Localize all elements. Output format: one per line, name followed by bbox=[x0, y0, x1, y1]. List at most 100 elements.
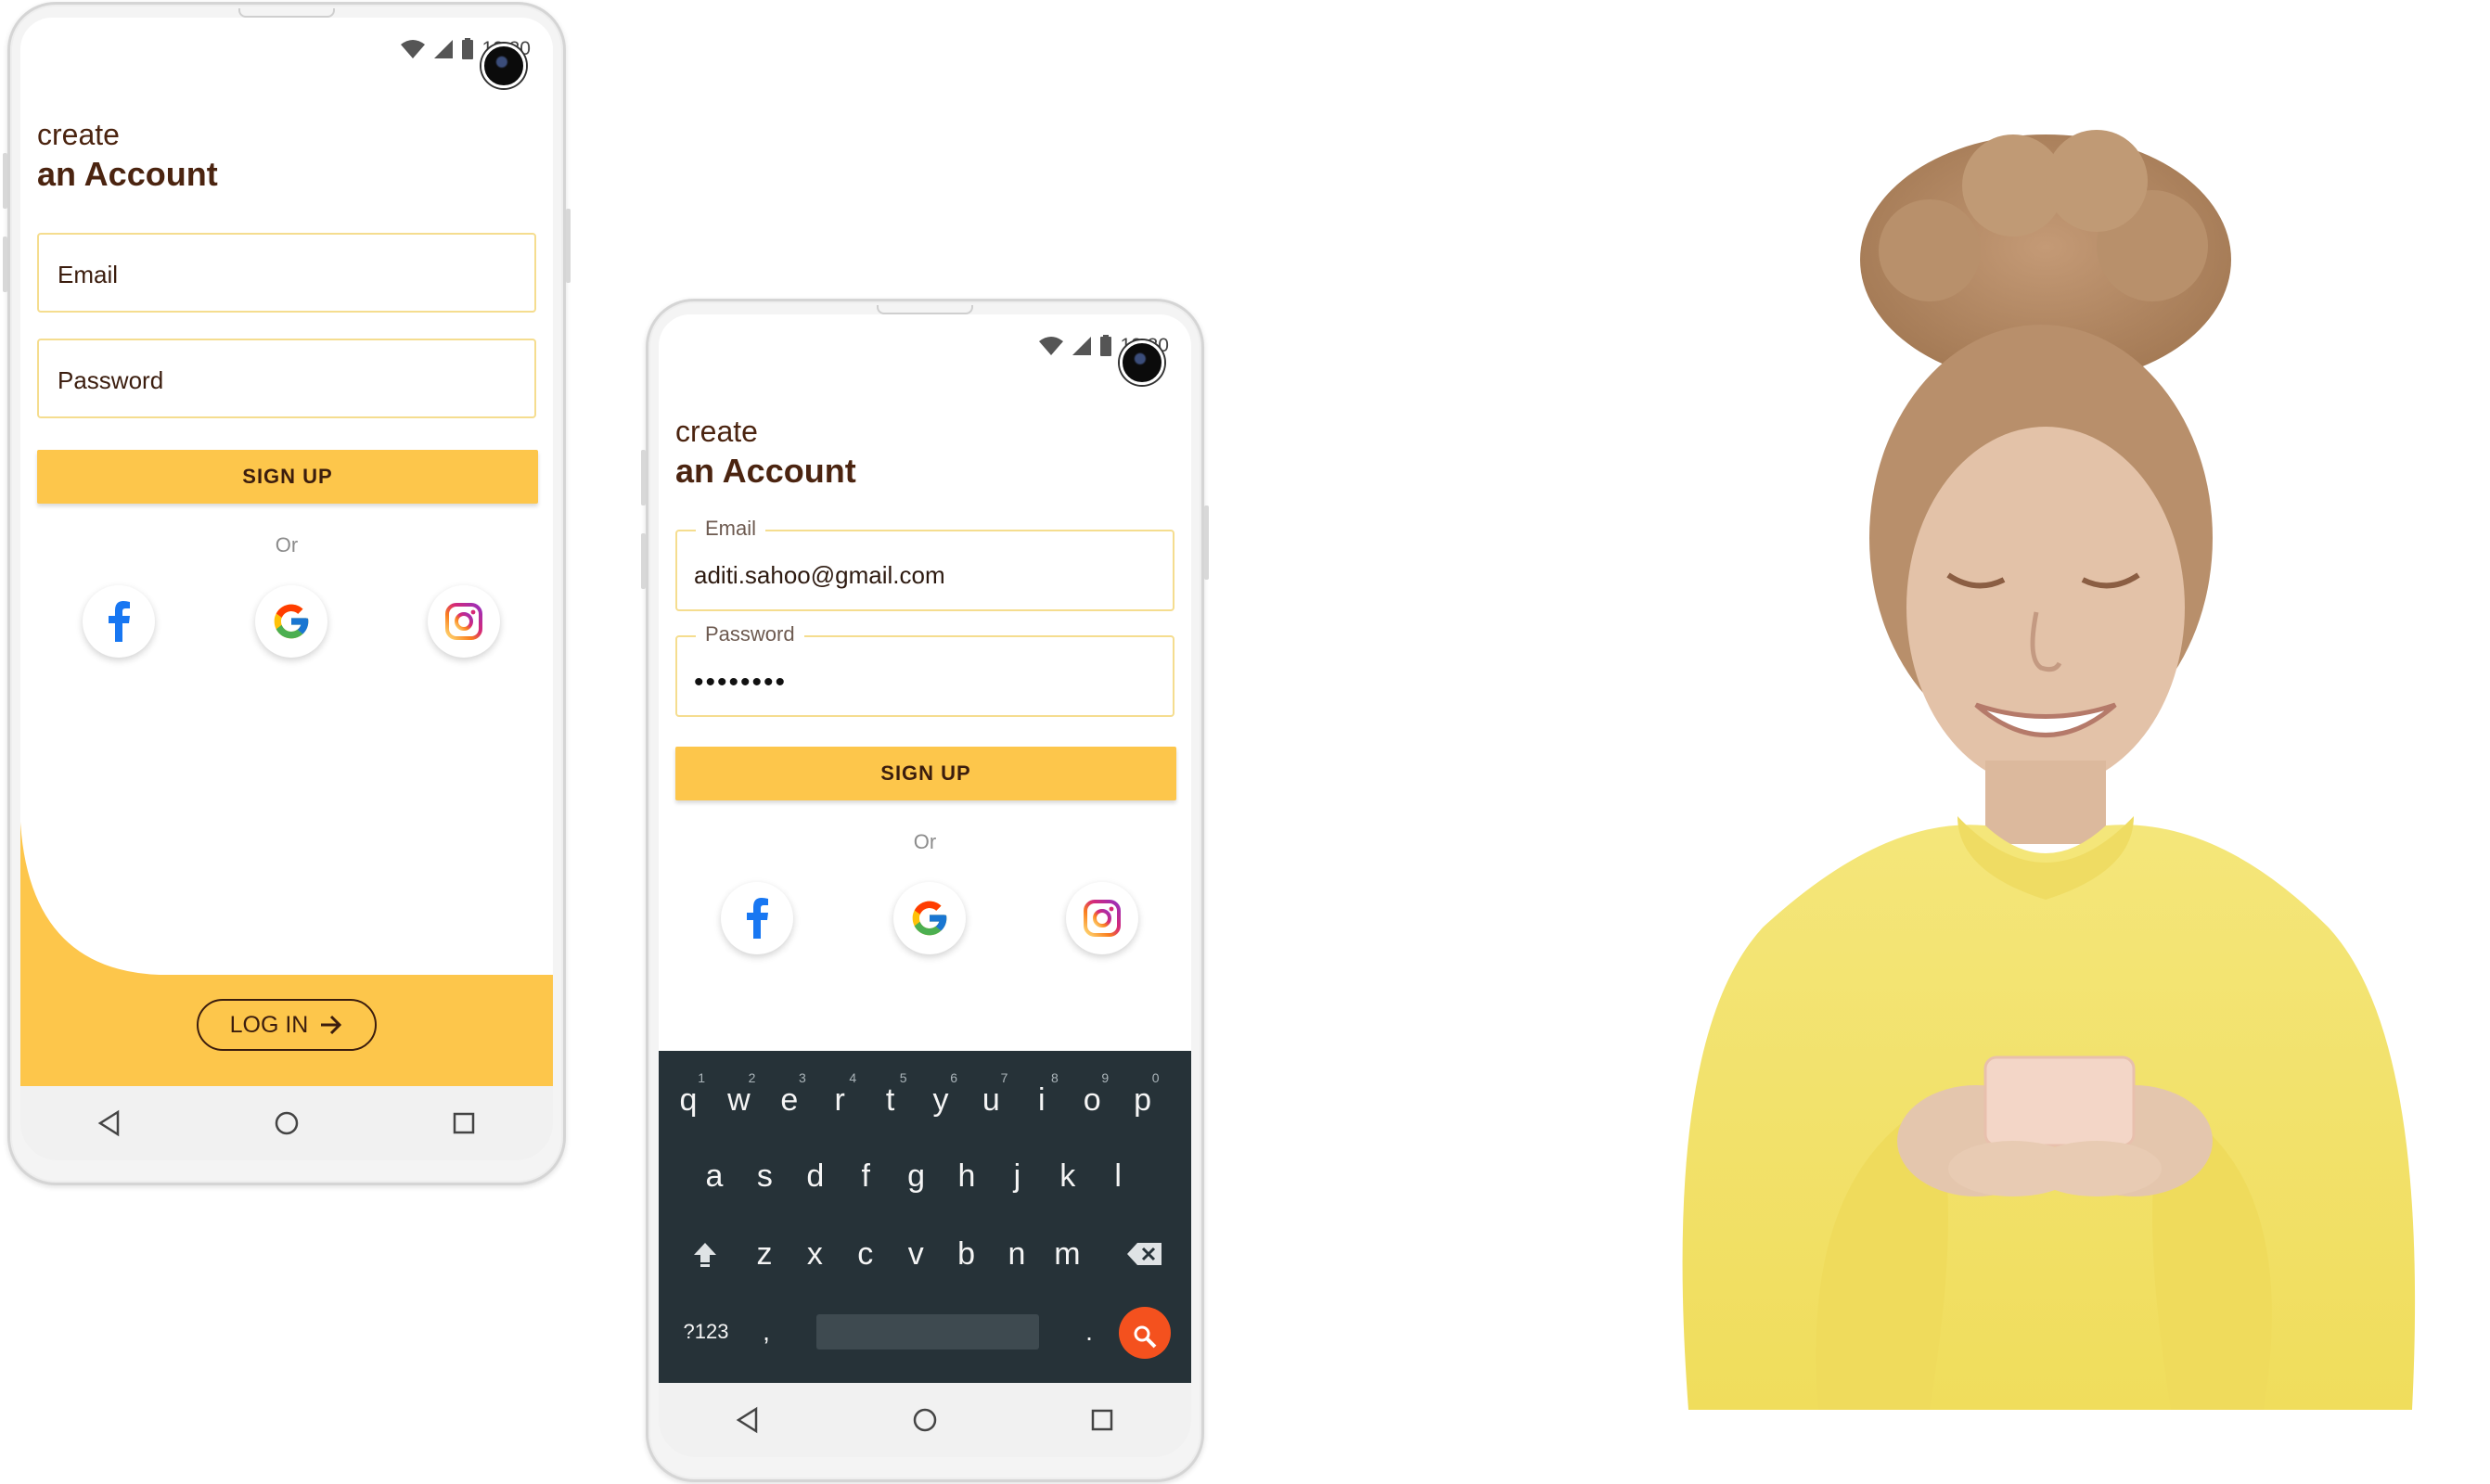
search-key[interactable] bbox=[1119, 1307, 1171, 1359]
battery-icon bbox=[1100, 335, 1112, 356]
password-field[interactable]: Password bbox=[37, 339, 536, 418]
key-hint: 0 bbox=[1151, 1070, 1160, 1085]
arrow-right-icon bbox=[321, 1015, 342, 1035]
title-create: create bbox=[675, 415, 758, 448]
key-a[interactable]: a bbox=[690, 1144, 738, 1209]
battery-icon bbox=[462, 38, 474, 59]
key-label: p bbox=[1134, 1082, 1152, 1118]
key-label: q bbox=[679, 1082, 698, 1118]
android-nav-bar bbox=[659, 1383, 1191, 1457]
signal-icon bbox=[1072, 337, 1092, 355]
key-hint: 4 bbox=[849, 1070, 857, 1085]
keyboard-row-3: zxcvbnm bbox=[659, 1222, 1191, 1296]
key-z[interactable]: z bbox=[740, 1222, 789, 1286]
key-v[interactable]: v bbox=[892, 1222, 940, 1286]
password-placeholder: Password bbox=[58, 366, 164, 394]
key-f[interactable]: f bbox=[841, 1144, 890, 1209]
phone-side-button bbox=[641, 533, 646, 589]
password-field[interactable]: Password •••••••• bbox=[675, 622, 1174, 717]
login-panel: LOG IN bbox=[20, 822, 553, 1086]
key-l[interactable]: l bbox=[1094, 1144, 1142, 1209]
phone-side-button bbox=[641, 450, 646, 505]
back-icon[interactable] bbox=[96, 1109, 123, 1137]
woman-with-phone-illustration bbox=[1682, 130, 2416, 1410]
key-i[interactable]: i8 bbox=[1018, 1068, 1066, 1132]
front-camera bbox=[1120, 340, 1164, 385]
key-label: t bbox=[885, 1082, 895, 1118]
sign-up-button[interactable]: SIGN UP bbox=[37, 450, 538, 504]
key-x[interactable]: x bbox=[790, 1222, 839, 1286]
period-key[interactable]: . bbox=[1065, 1299, 1113, 1364]
key-label: r bbox=[834, 1082, 845, 1118]
key-label: i bbox=[1038, 1082, 1046, 1118]
key-w[interactable]: w2 bbox=[714, 1068, 763, 1132]
key-t[interactable]: t5 bbox=[866, 1068, 915, 1132]
log-in-button[interactable]: LOG IN bbox=[197, 999, 377, 1051]
signal-icon bbox=[434, 40, 454, 58]
facebook-button[interactable] bbox=[721, 882, 793, 954]
title-an-account: an Account bbox=[37, 155, 218, 193]
keyboard-row-2: asdfghjkl bbox=[659, 1144, 1191, 1218]
screen: 12:30 create an Account Email aditi.saho… bbox=[659, 314, 1191, 1383]
key-label: y bbox=[932, 1082, 949, 1118]
key-j[interactable]: j bbox=[993, 1144, 1041, 1209]
soft-keyboard: q1w2e3r4t5y6u7i8o9p0 asdfghjkl zxcvbnm ?… bbox=[659, 1051, 1191, 1383]
key-c[interactable]: c bbox=[841, 1222, 890, 1286]
wifi-icon bbox=[1039, 337, 1064, 355]
key-y[interactable]: y6 bbox=[917, 1068, 965, 1132]
shift-key[interactable] bbox=[681, 1222, 729, 1286]
key-label: e bbox=[780, 1082, 799, 1118]
key-m[interactable]: m bbox=[1043, 1222, 1091, 1286]
google-button[interactable] bbox=[893, 882, 966, 954]
email-value: aditi.sahoo@gmail.com bbox=[694, 561, 945, 589]
backspace-icon bbox=[1127, 1243, 1162, 1265]
key-u[interactable]: u7 bbox=[967, 1068, 1015, 1132]
sign-up-button[interactable]: SIGN UP bbox=[675, 747, 1176, 800]
key-g[interactable]: g bbox=[892, 1144, 941, 1209]
facebook-button[interactable] bbox=[83, 585, 155, 658]
email-label: Email bbox=[696, 517, 766, 541]
android-nav-bar bbox=[20, 1086, 553, 1160]
key-hint: 2 bbox=[748, 1070, 756, 1085]
key-r[interactable]: r4 bbox=[815, 1068, 864, 1132]
keyboard-row-1: q1w2e3r4t5y6u7i8o9p0 bbox=[659, 1068, 1191, 1142]
instagram-button[interactable] bbox=[428, 585, 500, 658]
key-hint: 7 bbox=[1000, 1070, 1008, 1085]
key-e[interactable]: e3 bbox=[765, 1068, 814, 1132]
symbols-key[interactable]: ?123 bbox=[674, 1299, 738, 1364]
home-icon[interactable] bbox=[911, 1406, 939, 1434]
key-hint: 8 bbox=[1051, 1070, 1059, 1085]
key-o[interactable]: o9 bbox=[1068, 1068, 1116, 1132]
comma-key[interactable]: , bbox=[742, 1299, 790, 1364]
google-button[interactable] bbox=[255, 585, 327, 658]
or-divider: Or bbox=[913, 830, 937, 853]
key-b[interactable]: b bbox=[943, 1222, 991, 1286]
home-icon[interactable] bbox=[273, 1109, 301, 1137]
key-p[interactable]: p0 bbox=[1119, 1068, 1167, 1132]
backspace-key[interactable] bbox=[1121, 1222, 1169, 1286]
email-field[interactable]: Email aditi.sahoo@gmail.com bbox=[675, 517, 1174, 611]
phone-mockup-signup-filled: 12:30 create an Account Email aditi.saho… bbox=[641, 299, 1209, 1482]
key-n[interactable]: n bbox=[993, 1222, 1041, 1286]
back-icon[interactable] bbox=[734, 1406, 762, 1434]
key-hint: 6 bbox=[950, 1070, 957, 1085]
google-icon bbox=[912, 901, 947, 936]
instagram-icon bbox=[1084, 900, 1121, 937]
facebook-icon bbox=[747, 898, 768, 939]
recents-icon[interactable] bbox=[450, 1109, 478, 1137]
email-placeholder: Email bbox=[58, 261, 119, 288]
key-hint: 5 bbox=[899, 1070, 907, 1085]
space-key[interactable] bbox=[816, 1314, 1039, 1350]
key-q[interactable]: q1 bbox=[664, 1068, 712, 1132]
key-d[interactable]: d bbox=[791, 1144, 840, 1209]
log-in-label: LOG IN bbox=[229, 1011, 309, 1038]
phone-mockup-signup: 12:30 create an Account Email Password S… bbox=[3, 2, 571, 1185]
phone-side-button bbox=[566, 209, 571, 283]
email-field[interactable]: Email bbox=[37, 233, 536, 313]
recents-icon[interactable] bbox=[1088, 1406, 1116, 1434]
phone-side-button bbox=[3, 153, 7, 209]
key-s[interactable]: s bbox=[740, 1144, 789, 1209]
key-k[interactable]: k bbox=[1044, 1144, 1092, 1209]
instagram-button[interactable] bbox=[1066, 882, 1138, 954]
key-h[interactable]: h bbox=[943, 1144, 991, 1209]
